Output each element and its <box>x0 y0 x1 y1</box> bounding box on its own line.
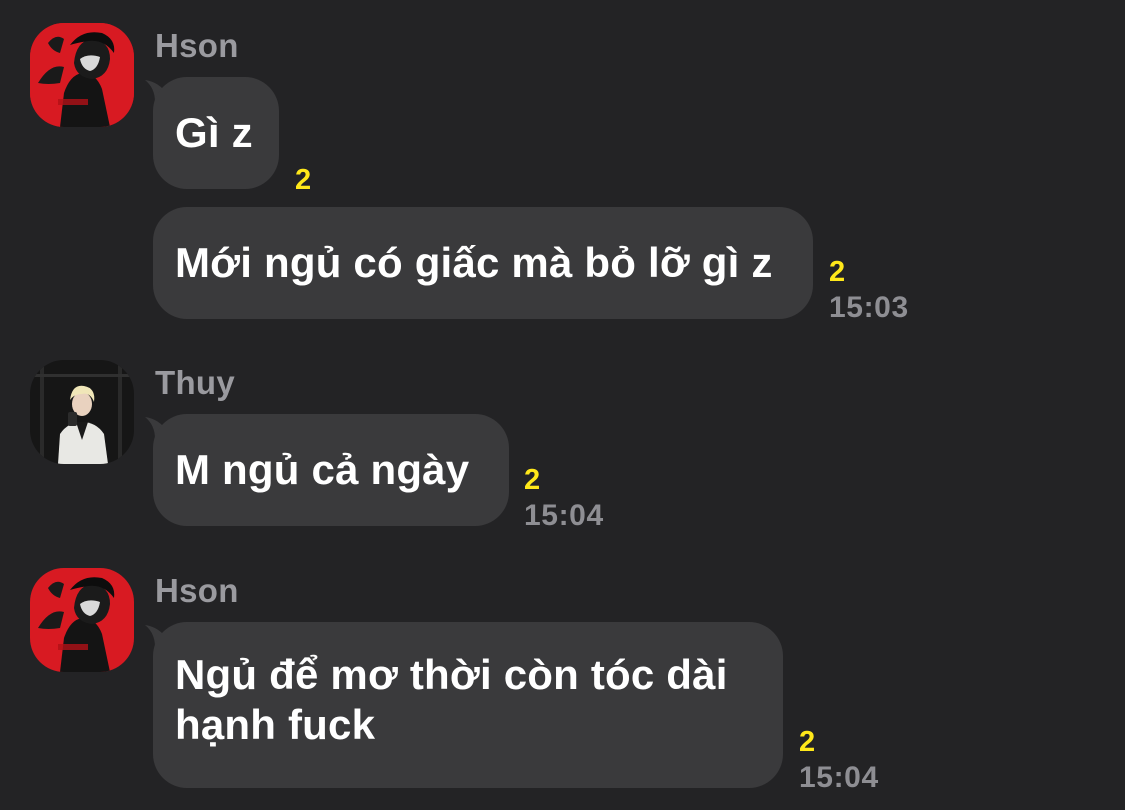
hson-avatar[interactable] <box>30 23 134 127</box>
message-text: M ngủ cả ngày <box>175 446 470 493</box>
message-count-badge: 2 <box>524 464 541 496</box>
message-bubble[interactable]: Gì z <box>153 77 279 189</box>
message-count-badge: 2 <box>295 164 312 196</box>
message-bubble[interactable]: Mới ngủ có giấc mà bỏ lỡ gì z <box>153 207 813 319</box>
hson-avatar[interactable] <box>30 568 134 672</box>
message-bubble[interactable]: M ngủ cả ngày <box>153 414 509 526</box>
message-count-badge: 2 <box>799 726 816 758</box>
message-text-line: Ngủ để mơ thời còn tóc dài <box>175 651 728 698</box>
message-text-line: hạnh fuck <box>175 701 376 748</box>
avatar-photo-red-icon <box>30 23 134 127</box>
thuy-avatar[interactable] <box>30 360 134 464</box>
avatar-photo-red-icon <box>30 568 134 672</box>
sender-name: Hson <box>155 27 239 64</box>
chat-view: Hson Gì z 2 Mới ngủ có giấc mà bỏ lỡ gì … <box>0 0 1125 810</box>
message-timestamp: 15:04 <box>524 499 604 532</box>
message-count-badge: 2 <box>829 256 846 288</box>
message-bubble[interactable]: Ngủ để mơ thời còn tóc dài hạnh fuck <box>153 622 783 788</box>
message-timestamp: 15:03 <box>829 291 909 324</box>
sender-name: Thuy <box>155 364 236 401</box>
message-text: Gì z <box>175 109 253 156</box>
message-text: Mới ngủ có giấc mà bỏ lỡ gì z <box>175 239 773 286</box>
sender-name: Hson <box>155 572 239 609</box>
message-timestamp: 15:04 <box>799 761 879 794</box>
avatar-photo-dark-icon <box>30 360 134 464</box>
